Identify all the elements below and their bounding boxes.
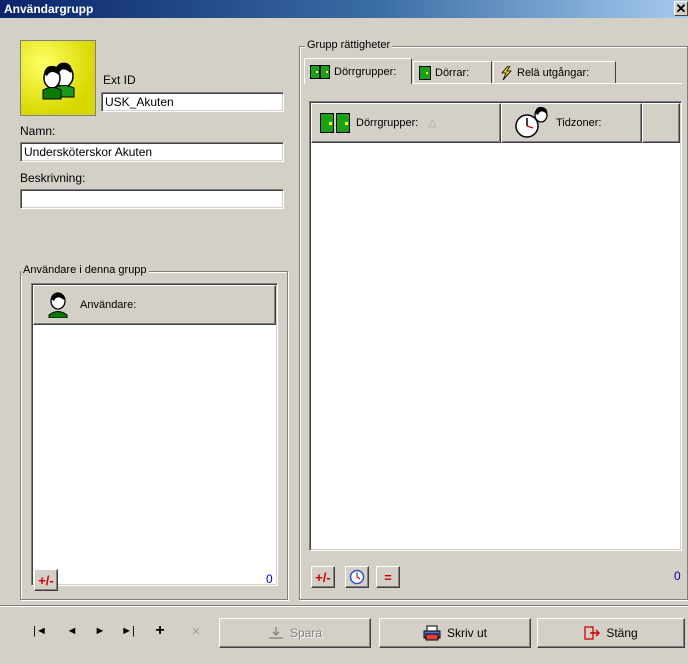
user-group-icon: [42, 62, 75, 100]
add-remove-users-button[interactable]: +/-: [34, 569, 58, 591]
save-icon: [268, 627, 283, 639]
tab-doors[interactable]: Dörrar:: [413, 61, 492, 83]
tab-door-groups[interactable]: Dörrgrupper:: [304, 58, 412, 84]
tab-door-groups-label: Dörrgrupper:: [334, 65, 397, 78]
filler-column-header: [642, 103, 680, 143]
clock-icon: [349, 569, 365, 585]
users-groupbox-label: Användare i denna grupp: [21, 264, 149, 276]
tab-relay-outputs-label: Relä utgångar:: [517, 66, 590, 79]
title-bar: Användargrupp ✕: [0, 0, 688, 18]
save-button-label: Spara: [289, 626, 323, 640]
door-group-icon: [320, 113, 350, 133]
close-window-button[interactable]: ✕: [674, 1, 688, 16]
name-label: Namn:: [20, 124, 56, 138]
add-remove-door-groups-button[interactable]: +/-: [311, 566, 335, 588]
door-groups-column-header[interactable]: Dörrgrupper: △: [311, 103, 501, 143]
rights-groupbox-label: Grupp rättigheter: [305, 39, 393, 51]
tab-relay-outputs[interactable]: Relä utgångar:: [493, 61, 616, 83]
close-button[interactable]: Stäng: [537, 618, 685, 648]
description-label: Beskrivning:: [20, 171, 86, 185]
ext-id-field[interactable]: USK_Akuten: [101, 92, 284, 112]
sort-ascending-icon: △: [428, 117, 437, 129]
door-groups-count: 0: [674, 569, 681, 583]
door-groups-list[interactable]: [309, 101, 682, 551]
user-icon: [48, 292, 68, 318]
users-column-label: Användare:: [80, 299, 137, 311]
print-button[interactable]: Skriv ut: [379, 618, 531, 648]
door-groups-column-label: Dörrgrupper:: [356, 117, 419, 129]
add-record-button[interactable]: +: [150, 622, 170, 640]
printer-icon: [423, 625, 441, 641]
users-column-header[interactable]: Användare:: [33, 285, 276, 325]
last-record-button[interactable]: ►|: [118, 622, 138, 640]
window-title: Användargrupp: [4, 2, 94, 16]
users-count: 0: [266, 572, 273, 586]
time-zone-button[interactable]: [345, 566, 369, 588]
door-icon: [419, 65, 431, 80]
save-button[interactable]: Spara: [219, 618, 371, 648]
door-group-icon: [310, 64, 330, 79]
first-record-button[interactable]: |◄: [30, 622, 50, 640]
equals-button[interactable]: =: [376, 566, 400, 588]
next-record-button[interactable]: ►: [90, 622, 110, 640]
description-field[interactable]: [20, 189, 284, 209]
previous-record-button[interactable]: ◄: [62, 622, 82, 640]
group-avatar: [20, 40, 96, 116]
close-button-label: Stäng: [606, 626, 638, 640]
tab-doors-label: Dörrar:: [435, 66, 470, 79]
clock-user-icon: [515, 106, 548, 138]
time-zones-column-header[interactable]: Tidzoner:: [501, 103, 642, 143]
time-zones-column-label: Tidzoner:: [556, 117, 602, 129]
name-field[interactable]: Undersköterskor Akuten: [20, 142, 284, 162]
print-button-label: Skriv ut: [446, 626, 487, 640]
users-list[interactable]: [31, 283, 278, 586]
relay-icon: [501, 65, 512, 80]
delete-record-button[interactable]: ✕: [186, 622, 206, 640]
exit-icon: [584, 626, 601, 640]
bottom-separator: [0, 605, 688, 607]
ext-id-label: Ext ID: [103, 73, 136, 87]
